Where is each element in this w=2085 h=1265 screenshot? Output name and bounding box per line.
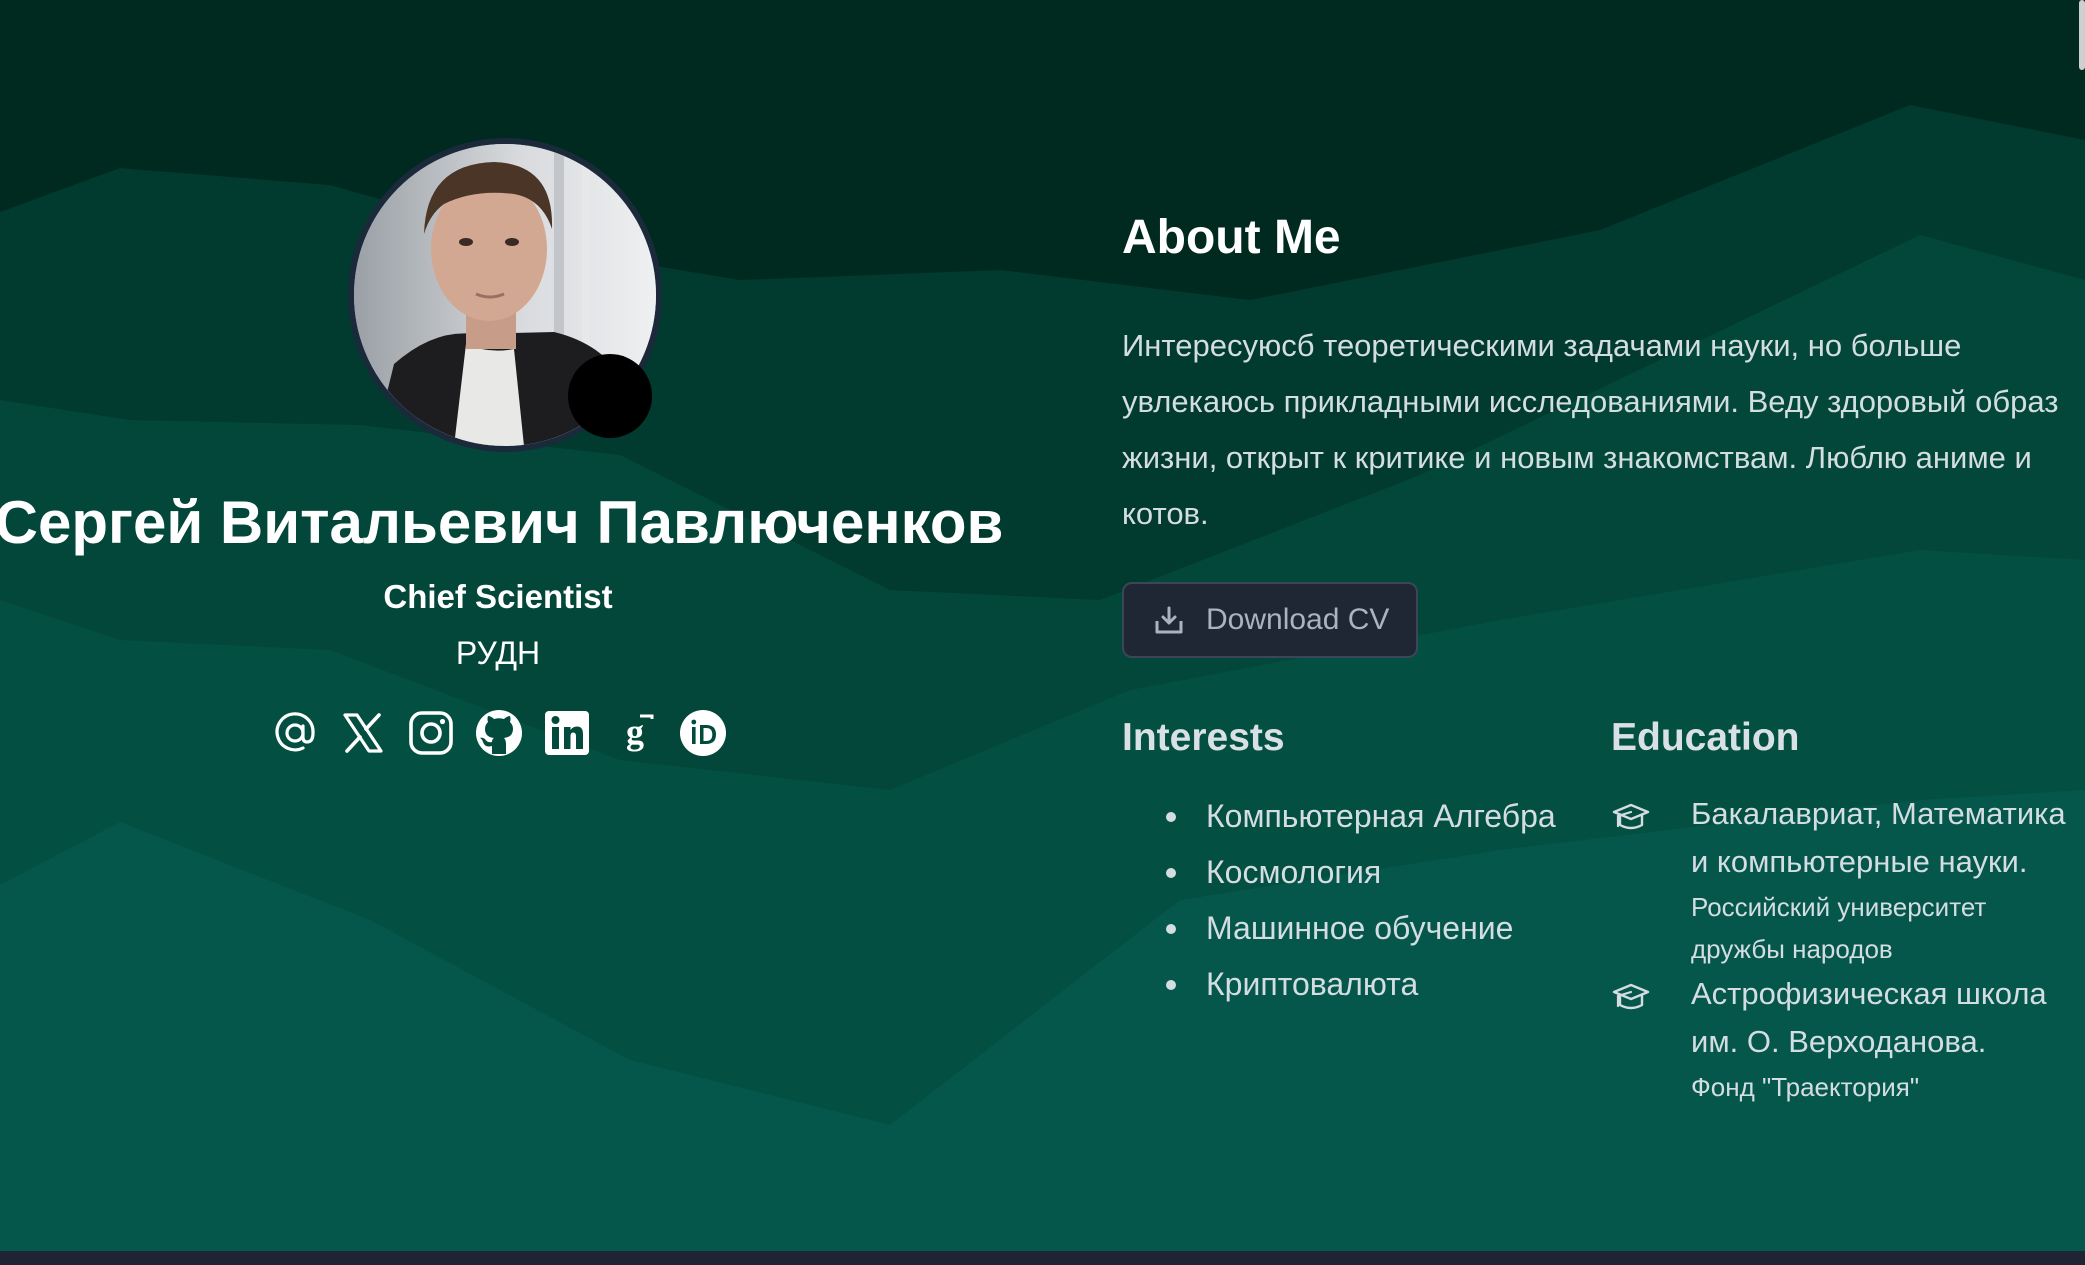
profile-role: Chief Scientist bbox=[383, 578, 613, 615]
education-list: Бакалавриат, Математика и компьютерные н… bbox=[1611, 790, 2081, 1108]
status-emoji-badge: ☕ bbox=[568, 354, 652, 438]
at-sign-icon bbox=[275, 712, 315, 752]
interest-label: Космология bbox=[1206, 854, 1382, 890]
orcid-link[interactable] bbox=[678, 708, 728, 758]
bullet-icon bbox=[1166, 812, 1176, 822]
interest-item: Космология bbox=[1122, 844, 1602, 900]
social-links: g bbox=[270, 708, 730, 760]
svg-text:g: g bbox=[626, 712, 644, 752]
profile-name: Сергей Витальевич Павлюченков bbox=[0, 489, 1004, 556]
bullet-icon bbox=[1166, 924, 1176, 934]
graduation-cap-icon bbox=[1611, 800, 1651, 836]
education-item: Бакалавриат, Математика и компьютерные н… bbox=[1611, 790, 2081, 970]
interest-item: Компьютерная Алгебра bbox=[1122, 788, 1602, 844]
interest-label: Машинное обучение bbox=[1206, 910, 1514, 946]
about-title: About Me bbox=[1122, 211, 1341, 264]
education-title: Education bbox=[1611, 716, 1800, 759]
about-text: Интересуюсб теоретическими задачами наук… bbox=[1122, 328, 2059, 531]
x-logo-icon bbox=[343, 713, 383, 753]
download-cv-label: Download CV bbox=[1206, 603, 1390, 636]
interest-label: Криптовалюта bbox=[1206, 966, 1419, 1002]
coffee-icon: ☕ bbox=[592, 373, 628, 419]
interests-list: Компьютерная Алгебра Космология Машинное… bbox=[1122, 788, 1602, 1012]
email-link[interactable] bbox=[270, 708, 320, 758]
interest-item: Криптовалюта bbox=[1122, 956, 1602, 1012]
education-degree: Астрофизическая школа им. О. Верходанова… bbox=[1691, 976, 2047, 1059]
page: ☕ Сергей Витальевич Павлюченков Chief Sc… bbox=[0, 0, 2085, 1265]
education-institution: Фонд "Траектория" bbox=[1691, 1072, 1920, 1102]
bullet-icon bbox=[1166, 868, 1176, 878]
orcid-icon bbox=[680, 710, 726, 756]
github-icon bbox=[476, 710, 522, 756]
avatar-container: ☕ bbox=[348, 138, 662, 452]
google-scholar-link[interactable]: g bbox=[610, 708, 660, 758]
scrollbar-thumb[interactable] bbox=[2079, 0, 2085, 70]
profile-organization: РУДН bbox=[455, 635, 541, 671]
google-scholar-icon: g bbox=[626, 712, 654, 752]
x-link[interactable] bbox=[338, 708, 388, 758]
education-institution: Российский университет дружбы народов bbox=[1691, 892, 1987, 964]
profile-section: ☕ Сергей Витальевич Павлюченков Chief Sc… bbox=[0, 0, 1003, 1265]
education-degree: Бакалавриат, Математика и компьютерные н… bbox=[1691, 796, 2066, 879]
instagram-link[interactable] bbox=[406, 708, 456, 758]
bullet-icon bbox=[1166, 980, 1176, 990]
download-cv-button[interactable]: Download CV bbox=[1122, 582, 1418, 658]
bottom-bar bbox=[0, 1251, 2085, 1265]
interests-title: Interests bbox=[1122, 716, 1285, 759]
instagram-icon bbox=[409, 711, 453, 755]
graduation-cap-icon bbox=[1611, 980, 1651, 1016]
github-link[interactable] bbox=[474, 708, 524, 758]
interest-item: Машинное обучение bbox=[1122, 900, 1602, 956]
interest-label: Компьютерная Алгебра bbox=[1206, 798, 1556, 834]
education-item: Астрофизическая школа им. О. Верходанова… bbox=[1611, 970, 2081, 1108]
linkedin-link[interactable] bbox=[542, 708, 592, 758]
linkedin-icon bbox=[545, 711, 589, 755]
download-icon bbox=[1154, 605, 1184, 635]
